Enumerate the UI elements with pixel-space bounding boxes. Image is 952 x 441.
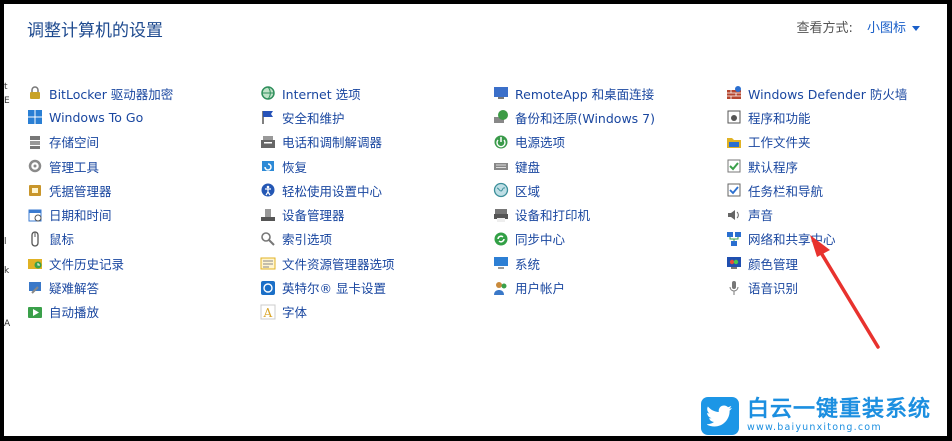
watermark-text: 白云一键重装系统 www.baiyunxitong.com (747, 398, 931, 434)
control-panel-window: t E l k A 调整计算机的设置 查看方式: 小图标 BitLocker 驱… (4, 4, 947, 436)
red-annotation-arrow (810, 235, 880, 349)
watermark-url: www.baiyunxitong.com (747, 422, 882, 433)
watermark: 白云一键重装系统 www.baiyunxitong.com (701, 396, 947, 436)
arrow-head (810, 235, 830, 257)
twitter-bird-icon (701, 397, 739, 435)
arrow-shaft (818, 249, 880, 349)
watermark-name: 白云一键重装系统 (747, 397, 932, 422)
bird-glyph (707, 405, 732, 427)
